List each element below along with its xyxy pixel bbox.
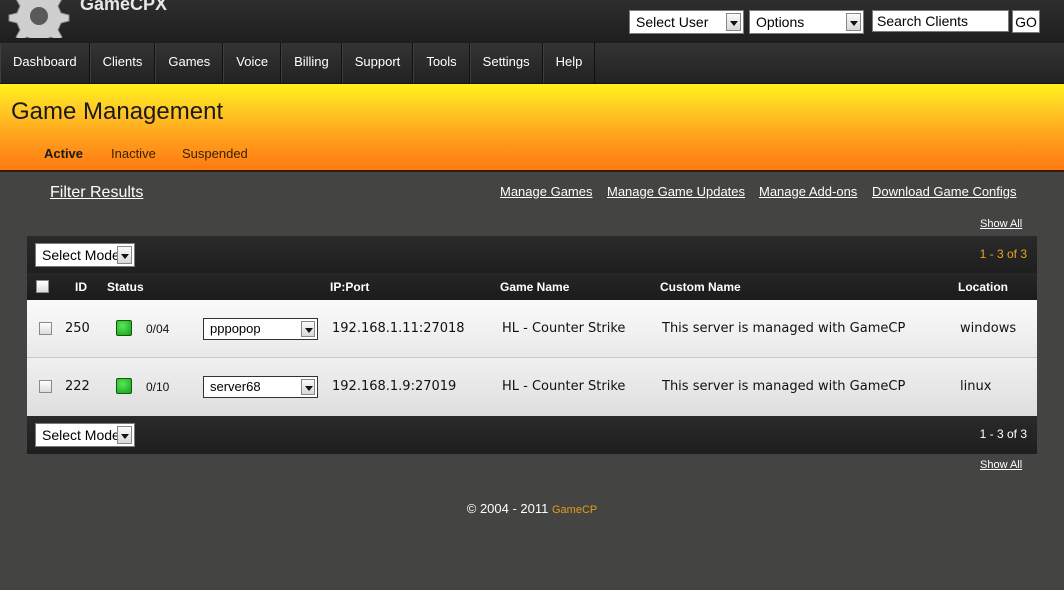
row-ipport: 192.168.1.11:27018 bbox=[332, 321, 465, 336]
select-all-checkbox[interactable] bbox=[36, 280, 49, 293]
chevron-down-icon bbox=[117, 426, 132, 444]
download-game-configs-link[interactable]: Download Game Configs bbox=[872, 184, 1017, 199]
nav-dashboard[interactable]: Dashboard bbox=[0, 43, 90, 83]
row-checkbox[interactable] bbox=[39, 322, 52, 335]
row-custom-name: This server is managed with GameCP bbox=[662, 321, 906, 336]
gear-logo-icon bbox=[8, 0, 70, 38]
row-game-name: HL - Counter Strike bbox=[502, 379, 626, 394]
table-row[interactable]: 222 0/10 server68 192.168.1.9:27019 HL -… bbox=[27, 358, 1037, 416]
col-game-name: Game Name bbox=[500, 280, 570, 294]
chevron-down-icon bbox=[301, 379, 315, 395]
col-custom-name: Custom Name bbox=[660, 280, 741, 294]
tab-active[interactable]: Active bbox=[44, 146, 83, 161]
status-online-icon bbox=[116, 320, 132, 336]
chevron-down-icon bbox=[301, 321, 315, 337]
search-clients-input[interactable] bbox=[872, 10, 1009, 32]
chevron-down-icon bbox=[117, 246, 132, 264]
table-toolbar-top: Select Mode 1 - 3 of 3 bbox=[27, 236, 1037, 274]
tab-inactive[interactable]: Inactive bbox=[111, 146, 156, 161]
footer-brand-link[interactable]: GameCP bbox=[552, 504, 597, 516]
row-id: 222 bbox=[65, 379, 90, 394]
select-mode-dropdown-bottom[interactable]: Select Mode bbox=[35, 423, 135, 447]
row-custom-name: This server is managed with GameCP bbox=[662, 379, 906, 394]
page-header: Game Management Active Inactive Suspende… bbox=[0, 84, 1064, 172]
nav-support[interactable]: Support bbox=[341, 43, 414, 83]
nav-clients[interactable]: Clients bbox=[89, 43, 156, 83]
nav-help[interactable]: Help bbox=[542, 43, 596, 83]
go-button[interactable]: GO bbox=[1012, 10, 1040, 33]
select-mode-value: Select Mode bbox=[42, 247, 120, 263]
row-name-select[interactable]: server68 bbox=[203, 376, 318, 398]
col-ipport: IP:Port bbox=[330, 280, 370, 294]
manage-addons-link[interactable]: Manage Add-ons bbox=[759, 184, 857, 199]
chevron-down-icon bbox=[846, 13, 861, 31]
row-slots: 0/04 bbox=[146, 322, 170, 336]
options-dropdown[interactable]: Options bbox=[749, 10, 864, 34]
select-user-dropdown[interactable]: Select User bbox=[629, 10, 744, 34]
row-ipport: 192.168.1.9:27019 bbox=[332, 379, 457, 394]
footer: © 2004 - 2011 GameCP bbox=[0, 501, 1064, 516]
select-mode-dropdown-top[interactable]: Select Mode bbox=[35, 243, 135, 267]
row-checkbox[interactable] bbox=[39, 380, 52, 393]
col-location: Location bbox=[958, 280, 1008, 294]
pager-bottom: 1 - 3 of 3 bbox=[979, 427, 1027, 441]
table-row[interactable]: 250 0/04 pppopop 192.168.1.11:27018 HL -… bbox=[27, 300, 1037, 358]
pager-top: 1 - 3 of 3 bbox=[979, 247, 1027, 261]
main-nav: Dashboard Clients Games Voice Billing Su… bbox=[0, 43, 1064, 84]
select-user-value: Select User bbox=[636, 14, 709, 30]
options-value: Options bbox=[756, 14, 805, 30]
nav-games[interactable]: Games bbox=[155, 43, 224, 83]
page-title: Game Management bbox=[11, 98, 224, 125]
tab-suspended[interactable]: Suspended bbox=[182, 146, 248, 161]
top-bar: GameCPX Select User Options GO bbox=[0, 0, 1064, 43]
row-name-select-value: pppopop bbox=[210, 321, 261, 336]
col-id: ID bbox=[75, 280, 87, 294]
filter-results-link[interactable]: Filter Results bbox=[50, 184, 143, 202]
chevron-down-icon bbox=[726, 13, 741, 31]
select-mode-value: Select Mode bbox=[42, 427, 120, 443]
nav-settings[interactable]: Settings bbox=[469, 43, 543, 83]
footer-copyright: © 2004 - 2011 bbox=[466, 501, 552, 516]
show-all-link-bottom[interactable]: Show All bbox=[980, 459, 1022, 471]
row-name-select[interactable]: pppopop bbox=[203, 318, 318, 340]
row-id: 250 bbox=[65, 321, 90, 336]
table-header: ID Status IP:Port Game Name Custom Name … bbox=[27, 273, 1037, 300]
app-title: GameCPX bbox=[80, 0, 168, 14]
table-toolbar-bottom: Select Mode 1 - 3 of 3 bbox=[27, 416, 1037, 454]
nav-billing[interactable]: Billing bbox=[281, 43, 342, 83]
show-all-link-top[interactable]: Show All bbox=[980, 218, 1022, 230]
col-status: Status bbox=[107, 280, 144, 294]
nav-tools[interactable]: Tools bbox=[413, 43, 470, 83]
manage-game-updates-link[interactable]: Manage Game Updates bbox=[607, 184, 745, 199]
nav-voice[interactable]: Voice bbox=[223, 43, 282, 83]
row-game-name: HL - Counter Strike bbox=[502, 321, 626, 336]
row-slots: 0/10 bbox=[146, 380, 170, 394]
row-location: linux bbox=[960, 379, 992, 394]
status-online-icon bbox=[116, 378, 132, 394]
manage-games-link[interactable]: Manage Games bbox=[500, 184, 593, 199]
row-location: windows bbox=[960, 321, 1017, 336]
row-name-select-value: server68 bbox=[210, 379, 261, 394]
